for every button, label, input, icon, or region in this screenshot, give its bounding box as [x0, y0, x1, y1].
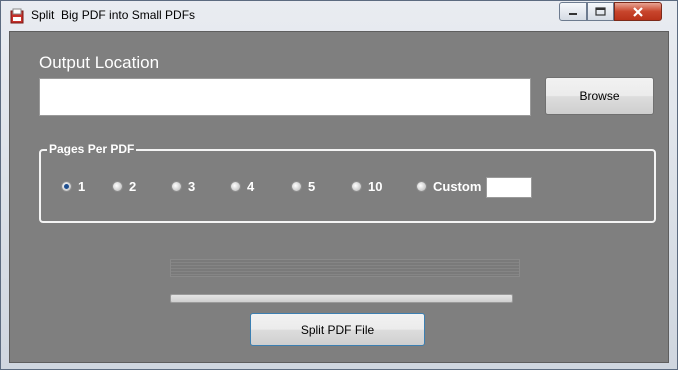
radio-label: Custom: [433, 179, 482, 194]
radio-label: 3: [188, 179, 196, 194]
output-location-input[interactable]: [39, 78, 531, 116]
radio-pages-1[interactable]: 1: [61, 179, 85, 194]
radio-icon: [351, 181, 362, 192]
radio-icon: [230, 181, 241, 192]
radio-pages-2[interactable]: 2: [112, 179, 136, 194]
window-title: Split Big PDF into Small PDFs: [31, 8, 196, 22]
title-bar: Split Big PDF into Small PDFs: [1, 1, 677, 31]
minimize-button[interactable]: [559, 2, 587, 21]
browse-button[interactable]: Browse: [545, 77, 654, 115]
radio-pages-4[interactable]: 4: [230, 179, 254, 194]
radio-icon: [291, 181, 302, 192]
pages-per-pdf-group: Pages Per PDF 1 2 3 4 5 10 Custom: [39, 142, 656, 223]
radio-label: 10: [368, 179, 383, 194]
client-area: Output Location Browse Pages Per PDF 1 2…: [9, 31, 669, 363]
radio-icon: [416, 181, 427, 192]
close-icon: [633, 6, 643, 17]
radio-label: 2: [129, 179, 137, 194]
pdf-app-icon: [10, 8, 24, 24]
radio-pages-custom[interactable]: Custom: [416, 179, 481, 194]
status-progress-area: [170, 259, 520, 277]
output-location-label: Output Location: [39, 53, 160, 72]
minimize-icon: [569, 12, 577, 15]
radio-selected-icon: [61, 181, 72, 192]
radio-icon: [171, 181, 182, 192]
split-pdf-button[interactable]: Split PDF File: [250, 313, 425, 346]
radio-icon: [112, 181, 123, 192]
radio-pages-10[interactable]: 10: [351, 179, 382, 194]
progress-bar: [170, 294, 513, 303]
radio-label: 4: [247, 179, 255, 194]
radio-label: 5: [308, 179, 316, 194]
radio-pages-5[interactable]: 5: [291, 179, 315, 194]
custom-pages-input[interactable]: [486, 177, 532, 198]
pages-per-pdf-label: Pages Per PDF: [47, 142, 137, 156]
maximize-icon: [595, 7, 606, 16]
radio-pages-3[interactable]: 3: [171, 179, 195, 194]
close-button[interactable]: [614, 2, 662, 21]
maximize-button[interactable]: [587, 2, 614, 21]
main-window: Split Big PDF into Small PDFs Output Loc…: [0, 0, 678, 370]
radio-label: 1: [78, 179, 86, 194]
